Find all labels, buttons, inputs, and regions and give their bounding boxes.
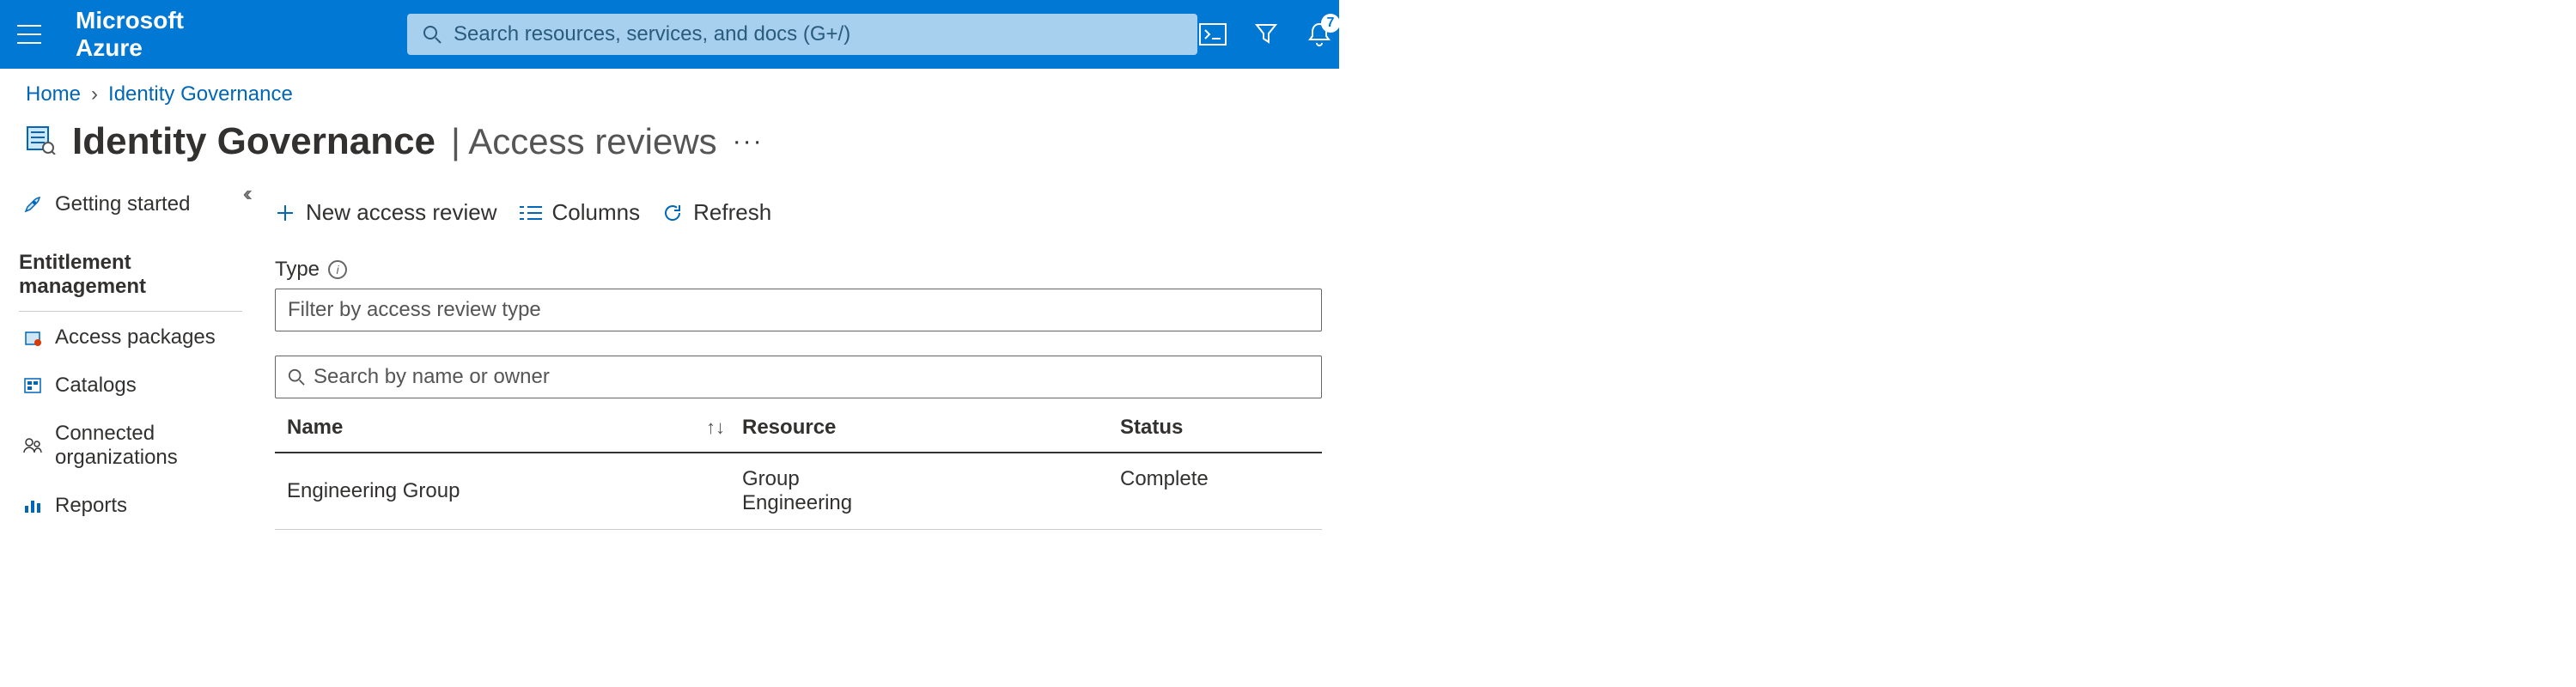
sidebar-divider: [19, 311, 242, 312]
search-icon: [288, 368, 305, 386]
top-navigation-bar: Microsoft Azure Search resources, servic…: [0, 0, 1339, 69]
column-header-resource[interactable]: Resource: [742, 416, 1120, 440]
sidebar-item-getting-started[interactable]: Getting started: [19, 180, 258, 228]
catalog-icon: [22, 375, 43, 396]
button-label: New access review: [306, 199, 497, 226]
page-subtitle: | Access reviews: [451, 121, 717, 162]
sidebar-item-label: Getting started: [55, 192, 190, 216]
search-placeholder-text: Search by name or owner: [314, 365, 550, 389]
notification-badge: 7: [1321, 14, 1340, 33]
search-icon: [423, 25, 442, 44]
help-icon[interactable]: ?: [1410, 19, 1441, 50]
collapse-sidebar-button[interactable]: ‹‹: [243, 180, 247, 207]
breadcrumb-home[interactable]: Home: [26, 82, 81, 106]
button-label: Columns: [552, 199, 641, 226]
breadcrumb: Home › Identity Governance: [0, 69, 1339, 112]
refresh-icon: [662, 203, 683, 223]
label-text: Type: [275, 258, 320, 282]
page-title-bar: Identity Governance | Access reviews ···: [0, 112, 1339, 180]
type-filter-label: Type i: [275, 242, 1322, 282]
sidebar-item-label: Reports: [55, 494, 127, 518]
columns-button[interactable]: Columns: [520, 199, 641, 226]
resource-type: Group: [742, 467, 1120, 491]
column-header-status[interactable]: Status: [1120, 416, 1310, 440]
cloud-shell-icon[interactable]: [1197, 19, 1228, 50]
sidebar-section-entitlement: Entitlement management: [19, 228, 258, 307]
sidebar-item-connected-organizations[interactable]: Connected organizations: [19, 410, 258, 482]
refresh-button[interactable]: Refresh: [662, 199, 771, 226]
brand-label: Microsoft Azure: [76, 7, 184, 62]
command-bar: New access review Columns Refresh: [275, 187, 1322, 242]
sidebar-item-reports[interactable]: Reports: [19, 482, 258, 530]
header-label: Name: [287, 416, 343, 440]
name-owner-search-input[interactable]: Search by name or owner: [275, 356, 1322, 398]
page-title: Identity Governance: [72, 120, 435, 163]
package-icon: [22, 327, 43, 348]
search-placeholder-text: Search resources, services, and docs (G+…: [454, 22, 850, 46]
people-icon: [22, 435, 43, 456]
main-content: New access review Columns Refresh Type i…: [258, 180, 1339, 530]
sidebar-item-label: Connected organizations: [55, 422, 254, 470]
cell-resource: Group Engineering: [742, 467, 1120, 515]
sidebar-item-label: Catalogs: [55, 374, 137, 398]
cell-status: Complete: [1120, 467, 1310, 515]
breadcrumb-separator: ›: [91, 82, 98, 106]
top-icon-bar: 7 ?: [1197, 19, 1441, 50]
gear-icon[interactable]: [1357, 19, 1388, 50]
more-actions-button[interactable]: ···: [733, 127, 764, 156]
menu-icon[interactable]: [17, 17, 41, 52]
svg-text:?: ?: [1421, 22, 1434, 46]
table-row[interactable]: Engineering Group Group Engineering Comp…: [275, 453, 1322, 530]
rocket-icon: [22, 194, 43, 215]
side-navigation: ‹‹ Getting started Entitlement managemen…: [0, 180, 258, 530]
sidebar-item-access-packages[interactable]: Access packages: [19, 313, 258, 362]
directory-filter-icon[interactable]: [1251, 19, 1282, 50]
global-search-input[interactable]: Search resources, services, and docs (G+…: [407, 14, 1197, 55]
identity-governance-icon: [26, 124, 57, 161]
breadcrumb-identity-governance[interactable]: Identity Governance: [108, 82, 293, 106]
table-header-row: Name ↑↓ Resource Status: [275, 398, 1322, 453]
reports-icon: [22, 495, 43, 516]
cell-name: Engineering Group: [287, 467, 742, 515]
sort-icon[interactable]: ↑↓: [706, 416, 725, 439]
new-access-review-button[interactable]: New access review: [275, 199, 497, 226]
columns-icon: [520, 204, 542, 222]
plus-icon: [275, 203, 295, 223]
type-filter-input[interactable]: Filter by access review type: [275, 289, 1322, 331]
column-header-name[interactable]: Name ↑↓: [287, 416, 742, 440]
resource-name: Engineering: [742, 491, 1120, 515]
sidebar-item-catalogs[interactable]: Catalogs: [19, 362, 258, 410]
info-icon[interactable]: i: [328, 260, 347, 279]
notifications-icon[interactable]: 7: [1304, 19, 1335, 50]
button-label: Refresh: [693, 199, 771, 226]
sidebar-item-label: Access packages: [55, 325, 216, 350]
